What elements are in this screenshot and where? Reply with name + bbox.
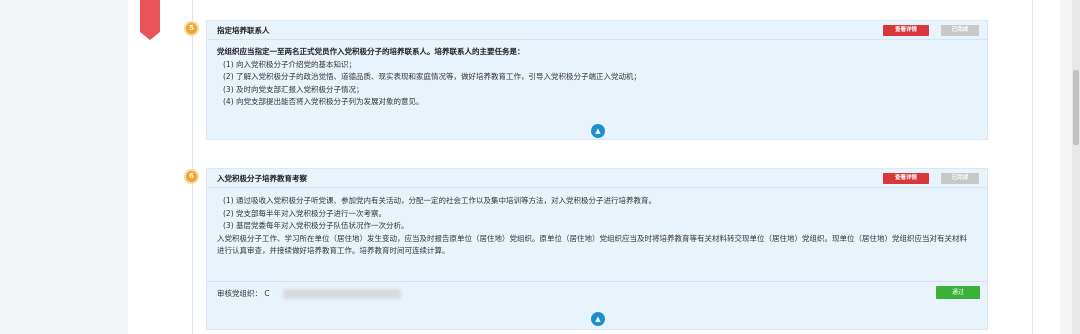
bookmark-ribbon	[140, 0, 160, 40]
list-item: (1) 通过吸收入党积极分子听党课、参加党内有关活动，分配一定的社会工作以及集中…	[223, 196, 657, 205]
scrollbar-track[interactable]	[1072, 0, 1080, 334]
card-body: (1) 通过吸收入党积极分子听党课、参加党内有关活动，分配一定的社会工作以及集中…	[207, 188, 987, 258]
list-item: (3) 基层党委每年对入党积极分子队伍状况作一次分析。	[223, 221, 409, 230]
review-value: C	[264, 289, 270, 298]
intro-text: 党组织应当指定一至两名正式党员作入党积极分子的培养联系人。培养联系人的主要任务是…	[217, 47, 525, 56]
step-title: 入党积极分子培养教育考察	[217, 174, 307, 183]
step-number-badge: 5	[184, 21, 199, 36]
list-item: (3) 及时向党支部汇报入党积极分子情况；	[223, 84, 364, 94]
transfer-paragraph: 入党积极分子工作、学习所在单位（居住地）发生变动，应当及时报告原单位（居住地）党…	[217, 233, 967, 256]
completed-status-button[interactable]: 已完成	[941, 25, 979, 36]
card-body: 党组织应当指定一至两名正式党员作入党积极分子的培养联系人。培养联系人的主要任务是…	[207, 40, 987, 109]
list-item: (4) 向党支部提出能否将入党积极分子列为发展对象的意见。	[223, 97, 424, 106]
review-label: 审核党组织：	[217, 289, 262, 298]
scrollbar-thumb[interactable]	[1073, 70, 1079, 145]
chevron-up-icon[interactable]: ▲	[591, 312, 605, 326]
chevron-up-icon[interactable]: ▲	[591, 124, 605, 138]
list-item: (2) 了解入党积极分子的政治觉悟、道德品质、现实表现和家庭情况等，做好培养教育…	[223, 72, 642, 81]
list-item: (2) 党支部每半年对入党积极分子进行一次考察。	[223, 208, 387, 218]
list-item: (1) 向入党积极分子介绍党的基本知识；	[223, 59, 357, 69]
completed-status-button[interactable]: 已完成	[941, 173, 979, 184]
timeline-line	[192, 0, 193, 334]
step-card-education-inspection: 入党积极分子培养教育考察 查看详情 已完成 (1) 通过吸收入党积极分子听党课、…	[206, 168, 988, 330]
card-header: 入党积极分子培养教育考察 查看详情 已完成	[207, 169, 987, 188]
step-title: 指定培养联系人	[217, 26, 270, 35]
step-card-contact-person: 指定培养联系人 查看详情 已完成 党组织应当指定一至两名正式党员作入党积极分子的…	[206, 20, 988, 140]
panel-right-border	[1032, 0, 1033, 334]
view-details-button[interactable]: 查看详情	[883, 173, 929, 184]
card-header: 指定培养联系人 查看详情 已完成	[207, 21, 987, 40]
review-organization-row: 审核党组织： C 通过	[207, 281, 987, 305]
redacted-organization-name	[283, 289, 401, 299]
pass-button[interactable]: 通过	[936, 286, 980, 299]
step-number-badge: 6	[184, 169, 199, 184]
view-details-button[interactable]: 查看详情	[883, 25, 929, 36]
